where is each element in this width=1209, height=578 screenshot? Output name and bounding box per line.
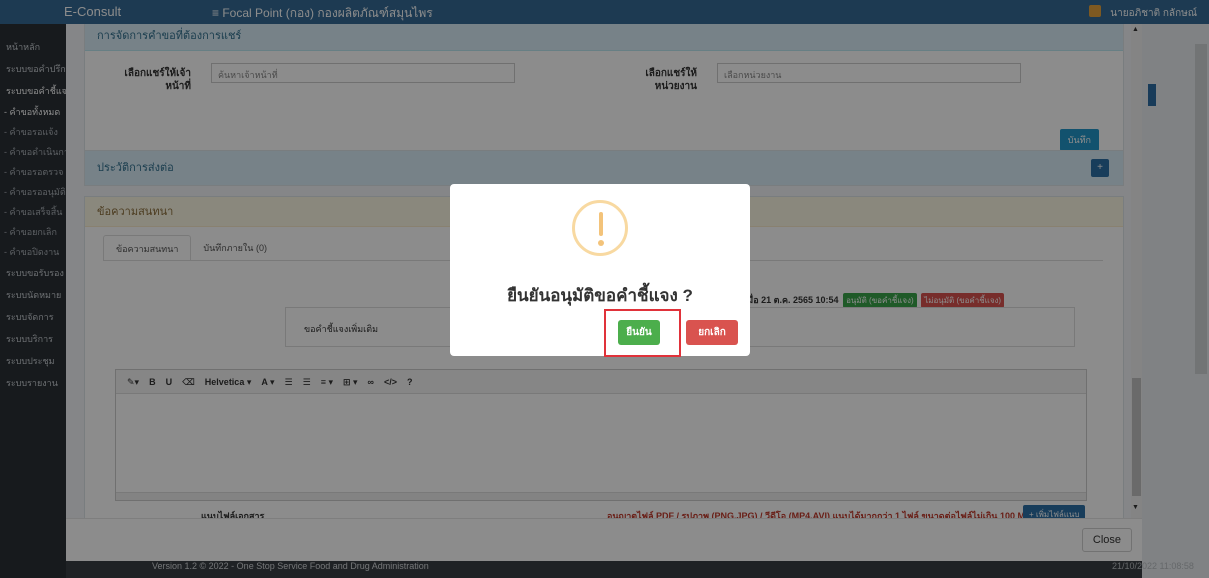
warning-icon: [572, 200, 628, 256]
confirm-dialog: ยืนยันอนุมัติขอคำชี้แจง ? ยืนยัน ยกเลิก: [450, 184, 750, 357]
confirm-dialog-title: ยืนยันอนุมัติขอคำชี้แจง ?: [507, 286, 693, 305]
confirm-button[interactable]: ยืนยัน: [618, 320, 660, 345]
cancel-button[interactable]: ยกเลิก: [686, 320, 738, 345]
